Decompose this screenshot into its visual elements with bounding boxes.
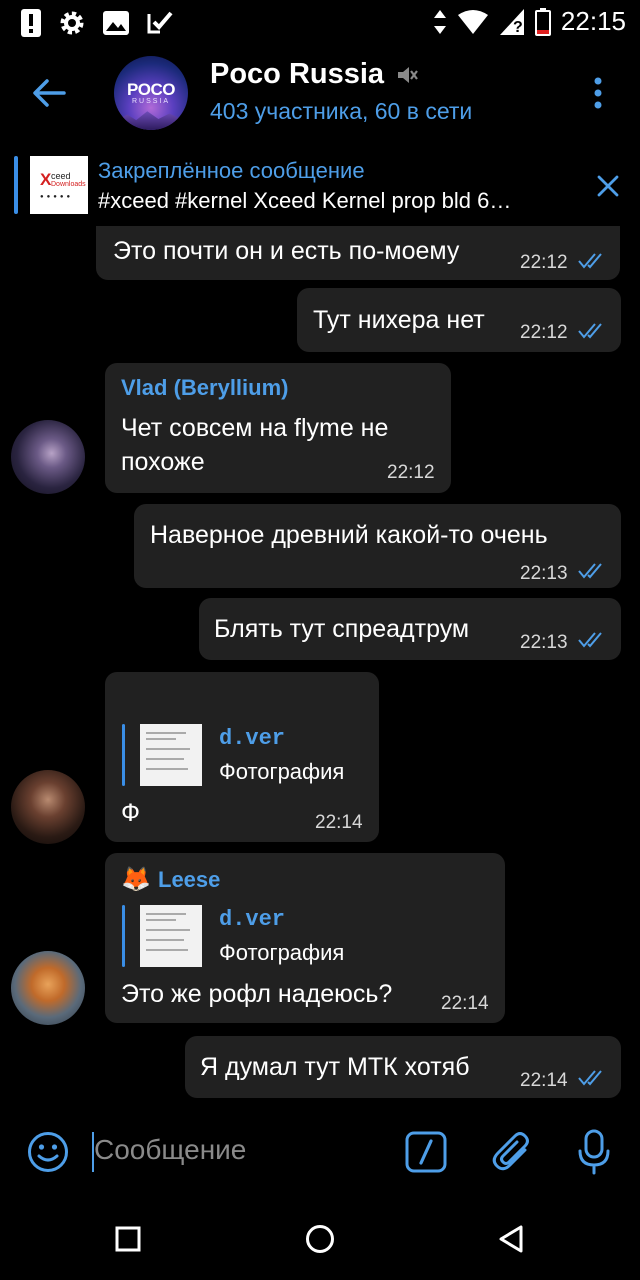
status-bar: ? 22:15	[0, 0, 640, 44]
signal-unknown-icon: ?	[499, 8, 524, 36]
message-time: 22:12	[387, 462, 435, 483]
reply-thumbnail[interactable]	[140, 724, 202, 786]
more-menu-icon[interactable]	[588, 76, 608, 110]
message-bubble[interactable]: Тут нихера нет 22:12	[297, 288, 621, 352]
back-arrow-icon[interactable]	[30, 74, 68, 112]
system-navigation-bar	[0, 1198, 640, 1280]
chat-title: Poco Russia	[210, 58, 385, 90]
message-text: Чет совсем на flyme не	[121, 414, 389, 442]
double-check-icon	[578, 563, 602, 579]
message-time: 22:13	[520, 632, 568, 653]
message-text: Наверное древний какой-то очень	[150, 521, 548, 549]
alert-icon	[21, 9, 41, 37]
fox-emoji: 🦊	[121, 866, 151, 893]
avatar[interactable]	[11, 770, 85, 844]
attach-icon[interactable]	[491, 1130, 533, 1174]
settings-icon	[60, 11, 84, 35]
message-text: Ф	[121, 799, 141, 827]
muted-icon	[398, 66, 418, 83]
close-icon[interactable]	[596, 174, 620, 198]
svg-text:?: ?	[513, 19, 523, 36]
pinned-indicator	[14, 156, 18, 214]
chat-title-row[interactable]: Poco Russia	[210, 58, 418, 91]
reply-sender: d.ver	[219, 726, 286, 751]
wifi-icon	[457, 9, 488, 34]
message-text: Блять тут спреадтрум	[214, 615, 470, 643]
group-avatar[interactable]: POCO RUSSIA	[114, 56, 188, 130]
sender-name[interactable]: Leese	[158, 867, 220, 893]
avatar[interactable]	[11, 420, 85, 494]
message-bubble[interactable]: Блять тут спреадтрум 22:13	[199, 598, 621, 660]
message-bubble[interactable]: Я думал тут МТК хотяб 22:14	[185, 1036, 621, 1098]
double-check-icon	[578, 632, 602, 648]
message-time: 22:14	[315, 812, 363, 833]
chat-subtitle: 403 участника, 60 в сети	[210, 98, 473, 124]
message-input[interactable]: Сообщение	[94, 1134, 246, 1166]
sender-name[interactable]: Vlad (Beryllium)	[121, 375, 288, 401]
message-bubble[interactable]: 🦊 Leese d.ver Фотография Это же рофл над…	[105, 853, 505, 1023]
reply-preview: Фотография	[219, 759, 345, 784]
image-icon	[103, 11, 129, 35]
microphone-icon[interactable]	[577, 1129, 611, 1175]
message-time: 22:12	[520, 252, 568, 273]
message-text: Это же рофл надеюсь?	[121, 980, 393, 1008]
double-check-icon	[578, 323, 602, 339]
message-text: Я думал тут МТК хотяб	[200, 1053, 470, 1081]
message-input-bar: Сообщение	[0, 1106, 640, 1198]
pinned-thumbnail: X ceed Downloads ●●●●●	[30, 156, 88, 214]
status-time: 22:15	[560, 6, 626, 36]
pinned-message[interactable]: X ceed Downloads ●●●●● Закреплённое сооб…	[0, 150, 640, 222]
reply-sender: d.ver	[219, 907, 286, 932]
emoji-icon[interactable]	[27, 1131, 69, 1173]
reply-indicator	[122, 905, 125, 967]
message-bubble[interactable]: Это почти он и есть по-моему 22:12	[96, 226, 620, 280]
reply-thumbnail[interactable]	[140, 905, 202, 967]
message-time: 22:14	[441, 993, 489, 1014]
recents-button[interactable]	[115, 1226, 141, 1252]
chat-header: POCO RUSSIA Poco Russia 403 участника, 6…	[0, 44, 640, 144]
reply-indicator	[122, 724, 125, 786]
message-text: Тут нихера нет	[313, 306, 485, 334]
back-button[interactable]	[498, 1224, 524, 1254]
pinned-text: #xceed #kernel Xceed Kernel prop bld 6…	[98, 188, 512, 213]
message-bubble[interactable]: Vlad (Beryllium) Чет совсем на flyme не …	[105, 363, 451, 493]
battery-icon	[534, 7, 551, 36]
message-text: Это почти он и есть по-моему	[113, 237, 460, 265]
message-bubble[interactable]: d.ver Фотография Ф 22:14	[105, 672, 379, 842]
message-list[interactable]: Это почти он и есть по-моему 22:12 Тут н…	[0, 226, 640, 1106]
home-button[interactable]	[305, 1224, 335, 1254]
message-bubble[interactable]: Наверное древний какой-то очень 22:13	[134, 504, 621, 588]
message-time: 22:14	[520, 1070, 568, 1091]
double-check-icon	[578, 253, 602, 269]
avatar[interactable]	[11, 951, 85, 1025]
double-check-icon	[578, 1070, 602, 1086]
check-notify-icon	[147, 11, 173, 34]
message-time: 22:12	[520, 322, 568, 343]
data-arrows-icon	[433, 9, 446, 34]
reply-preview: Фотография	[219, 940, 345, 965]
pinned-title: Закреплённое сообщение	[98, 158, 365, 183]
message-text: похоже	[121, 448, 205, 476]
bot-command-icon[interactable]	[405, 1131, 447, 1173]
message-time: 22:13	[520, 563, 568, 584]
